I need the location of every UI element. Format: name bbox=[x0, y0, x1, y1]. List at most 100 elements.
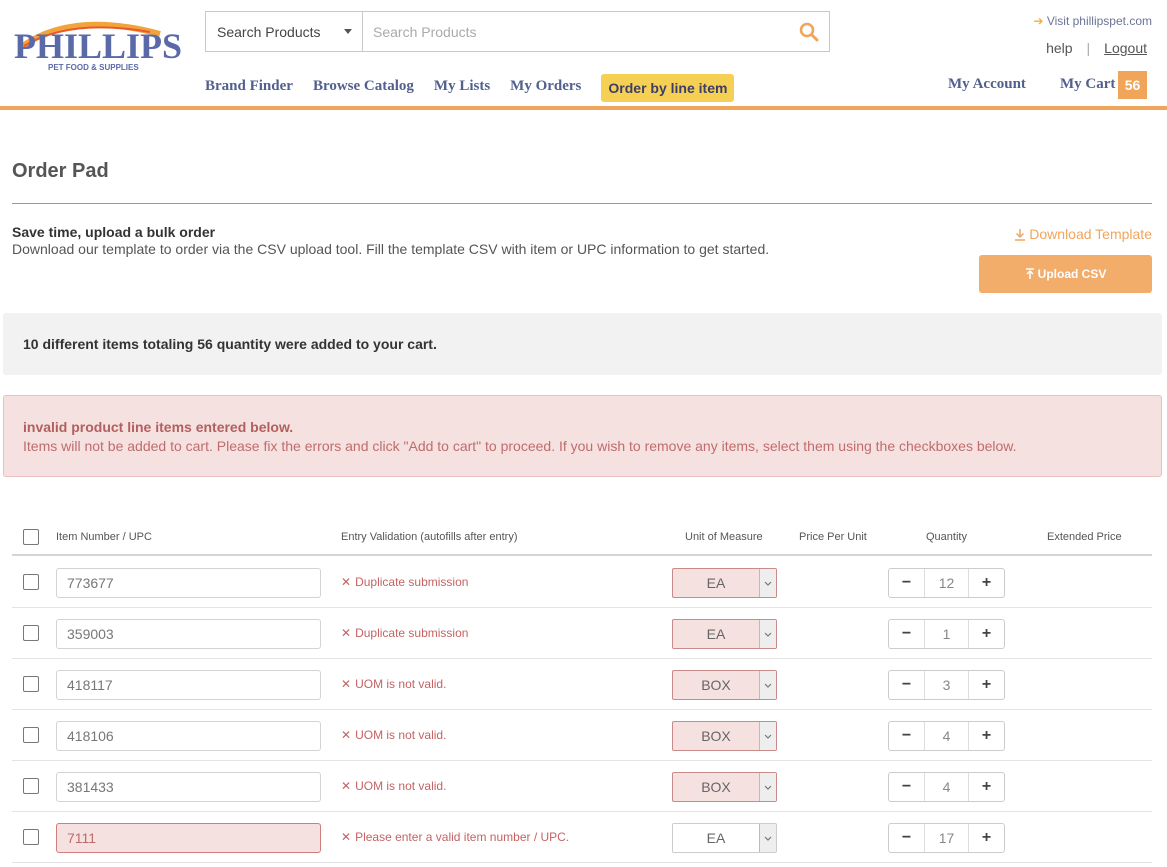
quantity-stepper: −1 + bbox=[888, 619, 1005, 649]
header-validation: Entry Validation (autofills after entry) bbox=[341, 531, 518, 543]
row-checkbox[interactable] bbox=[23, 778, 39, 794]
validation-message: ✕ UOM is not valid. bbox=[341, 728, 446, 742]
uom-select[interactable]: EA bbox=[672, 619, 777, 649]
search-button[interactable] bbox=[789, 12, 829, 51]
bulk-order-heading: Save time, upload a bulk order bbox=[12, 224, 216, 240]
upload-csv-label: Upload CSV bbox=[1037, 267, 1107, 281]
uom-select[interactable]: BOX bbox=[672, 670, 777, 700]
minus-button[interactable]: − bbox=[889, 671, 924, 699]
visit-link[interactable]: ➔ Visit phillipspet.com bbox=[1033, 12, 1152, 30]
table-row: 359003 ✕ Duplicate submission EA −1 + bbox=[12, 608, 1152, 659]
row-checkbox[interactable] bbox=[23, 727, 39, 743]
quantity-value[interactable]: 4 bbox=[924, 722, 969, 750]
quantity-stepper: −12 + bbox=[888, 568, 1005, 598]
quantity-stepper: −3 + bbox=[888, 670, 1005, 700]
plus-button[interactable]: + bbox=[969, 722, 1004, 750]
minus-button[interactable]: − bbox=[889, 569, 924, 597]
minus-button[interactable]: − bbox=[889, 722, 924, 750]
chevron-down-icon bbox=[759, 671, 776, 699]
plus-button[interactable]: + bbox=[969, 569, 1004, 597]
nav-my-orders[interactable]: My Orders bbox=[510, 74, 581, 102]
plus-button[interactable]: + bbox=[969, 773, 1004, 801]
visit-link-label: Visit phillipspet.com bbox=[1046, 14, 1152, 28]
item-number-input[interactable]: 418106 bbox=[56, 721, 321, 751]
caret-down-icon bbox=[344, 29, 352, 34]
nav-my-lists[interactable]: My Lists bbox=[434, 74, 490, 102]
item-number-input[interactable]: 381433 bbox=[56, 772, 321, 802]
search-bar: Search Products bbox=[205, 11, 830, 52]
minus-button[interactable]: − bbox=[889, 620, 924, 648]
search-icon bbox=[799, 22, 819, 41]
download-template-label: Download Template bbox=[1029, 226, 1152, 242]
quantity-stepper: −17 + bbox=[888, 823, 1005, 853]
validation-message: ✕ Duplicate submission bbox=[341, 626, 468, 640]
item-number-input[interactable]: 418117 bbox=[56, 670, 321, 700]
quantity-value[interactable]: 4 bbox=[924, 773, 969, 801]
search-input[interactable] bbox=[363, 12, 789, 51]
plus-button[interactable]: + bbox=[969, 824, 1004, 852]
uom-select[interactable]: EA bbox=[672, 823, 777, 853]
item-number-input[interactable]: 773677 bbox=[56, 568, 321, 598]
phillips-logo[interactable]: PHILLIPS PET FOOD & SUPPLIES bbox=[10, 18, 190, 78]
quantity-value[interactable]: 3 bbox=[924, 671, 969, 699]
uom-select[interactable]: BOX bbox=[672, 721, 777, 751]
select-all-checkbox[interactable] bbox=[23, 529, 39, 545]
uom-select[interactable]: BOX bbox=[672, 772, 777, 802]
error-x-icon: ✕ bbox=[341, 779, 352, 793]
my-cart-link[interactable]: My Cart bbox=[1060, 76, 1115, 93]
item-number-input[interactable]: 359003 bbox=[56, 619, 321, 649]
error-x-icon: ✕ bbox=[341, 677, 352, 691]
search-category-select[interactable]: Search Products bbox=[206, 12, 363, 51]
uom-value: BOX bbox=[701, 728, 731, 744]
logo-tagline: PET FOOD & SUPPLIES bbox=[48, 63, 139, 72]
row-checkbox[interactable] bbox=[23, 676, 39, 692]
chevron-down-icon bbox=[759, 620, 776, 648]
utility-links: help | Logout bbox=[1046, 40, 1147, 56]
table-row: 381433 ✕ UOM is not valid. BOX −4 + bbox=[12, 761, 1152, 812]
row-checkbox[interactable] bbox=[23, 829, 39, 845]
error-x-icon: ✕ bbox=[341, 830, 352, 844]
nav-browse-catalog[interactable]: Browse Catalog bbox=[313, 74, 414, 102]
main-nav: Brand Finder Browse Catalog My Lists My … bbox=[205, 74, 754, 102]
download-template-link[interactable]: Download Template bbox=[1014, 226, 1152, 242]
download-icon bbox=[1015, 228, 1026, 241]
quantity-value[interactable]: 1 bbox=[924, 620, 969, 648]
row-checkbox[interactable] bbox=[23, 574, 39, 590]
cart-count-badge[interactable]: 56 bbox=[1118, 71, 1147, 99]
help-link[interactable]: help bbox=[1046, 40, 1072, 56]
uom-value: EA bbox=[706, 575, 726, 591]
uom-value: BOX bbox=[701, 779, 731, 795]
quantity-value[interactable]: 12 bbox=[924, 569, 969, 597]
page-title: Order Pad bbox=[12, 160, 109, 182]
table-row: 773677 ✕ Duplicate submission EA −12 + bbox=[12, 557, 1152, 608]
plus-button[interactable]: + bbox=[969, 620, 1004, 648]
validation-text: Please enter a valid item number / UPC. bbox=[355, 830, 570, 844]
bulk-order-description: Download our template to order via the C… bbox=[12, 241, 770, 257]
success-message-box: 10 different items totaling 56 quantity … bbox=[3, 313, 1162, 375]
chevron-down-icon bbox=[759, 824, 776, 852]
success-message: 10 different items totaling 56 quantity … bbox=[23, 336, 437, 352]
quantity-value[interactable]: 17 bbox=[924, 824, 969, 852]
logout-link[interactable]: Logout bbox=[1104, 40, 1147, 56]
validation-message: ✕ UOM is not valid. bbox=[341, 677, 446, 691]
minus-button[interactable]: − bbox=[889, 773, 924, 801]
my-account-link[interactable]: My Account bbox=[948, 76, 1026, 93]
validation-message: ✕ Please enter a valid item number / UPC. bbox=[341, 830, 569, 844]
minus-button[interactable]: − bbox=[889, 824, 924, 852]
row-checkbox[interactable] bbox=[23, 625, 39, 641]
uom-select[interactable]: EA bbox=[672, 568, 777, 598]
nav-order-by-line-item[interactable]: Order by line item bbox=[601, 74, 735, 102]
error-message-box: invalid product line items entered below… bbox=[3, 395, 1162, 477]
nav-brand-finder[interactable]: Brand Finder bbox=[205, 74, 293, 102]
search-category-value: Search Products bbox=[217, 23, 321, 40]
arrow-right-icon: ➔ bbox=[1033, 14, 1044, 28]
chevron-down-icon bbox=[759, 722, 776, 750]
logo-text: PHILLIPS bbox=[14, 26, 182, 66]
quantity-stepper: −4 + bbox=[888, 772, 1005, 802]
plus-button[interactable]: + bbox=[969, 671, 1004, 699]
upload-csv-button[interactable]: Upload CSV bbox=[979, 255, 1152, 293]
validation-text: Duplicate submission bbox=[355, 626, 469, 640]
item-number-input[interactable]: 7111 bbox=[56, 823, 321, 853]
quantity-stepper: −4 + bbox=[888, 721, 1005, 751]
header-price: Price Per Unit bbox=[799, 531, 867, 543]
